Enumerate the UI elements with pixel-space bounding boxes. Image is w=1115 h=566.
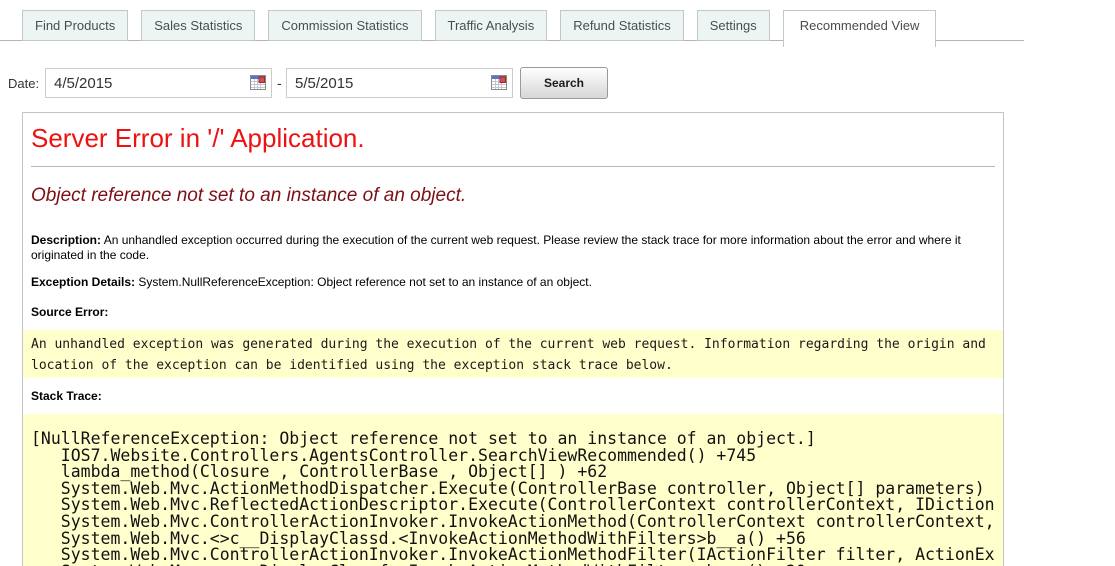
tab-find-products[interactable]: Find Products <box>22 10 128 41</box>
tab-traffic-analysis[interactable]: Traffic Analysis <box>435 10 548 41</box>
tab-commission-statistics[interactable]: Commission Statistics <box>268 10 421 41</box>
source-error-box: An unhandled exception was generated dur… <box>23 330 1003 378</box>
exception-details-paragraph: Exception Details: System.NullReferenceE… <box>31 275 995 290</box>
title-divider <box>31 166 995 167</box>
date-label: Date: <box>8 76 39 91</box>
source-error-label: Source Error: <box>31 305 995 320</box>
source-error-label-text: Source Error: <box>31 305 108 319</box>
stack-trace-box: [NullReferenceException: Object referenc… <box>23 414 1003 566</box>
end-date-input[interactable] <box>286 68 513 98</box>
date-range-separator: - <box>277 75 282 91</box>
start-date-calendar-icon[interactable] <box>250 75 266 90</box>
start-date-input[interactable] <box>45 68 272 98</box>
page: Find Products Sales Statistics Commissio… <box>0 0 1115 566</box>
error-title: Server Error in '/' Application. <box>31 123 995 153</box>
stack-trace-label: Stack Trace: <box>31 389 995 403</box>
tab-settings[interactable]: Settings <box>697 10 770 41</box>
error-subtitle: Object reference not set to an instance … <box>31 185 995 207</box>
tab-refund-statistics[interactable]: Refund Statistics <box>560 10 684 41</box>
date-search-row: Date: - Search <box>0 62 1115 102</box>
exception-details-text: System.NullReferenceException: Object re… <box>135 275 592 289</box>
tab-sales-statistics[interactable]: Sales Statistics <box>141 10 255 41</box>
calendar-icon <box>491 75 507 90</box>
description-text: An unhandled exception occurred during t… <box>31 233 961 262</box>
tab-bar: Find Products Sales Statistics Commissio… <box>22 10 949 47</box>
tab-recommended-view[interactable]: Recommended View <box>783 10 937 47</box>
calendar-icon <box>250 75 266 90</box>
search-button[interactable]: Search <box>520 67 608 99</box>
end-date-calendar-icon[interactable] <box>491 75 507 90</box>
description-label: Description: <box>31 233 101 247</box>
exception-details-label: Exception Details: <box>31 275 135 289</box>
server-error-panel: Server Error in '/' Application. Object … <box>22 112 1004 566</box>
description-paragraph: Description: An unhandled exception occu… <box>31 233 995 263</box>
